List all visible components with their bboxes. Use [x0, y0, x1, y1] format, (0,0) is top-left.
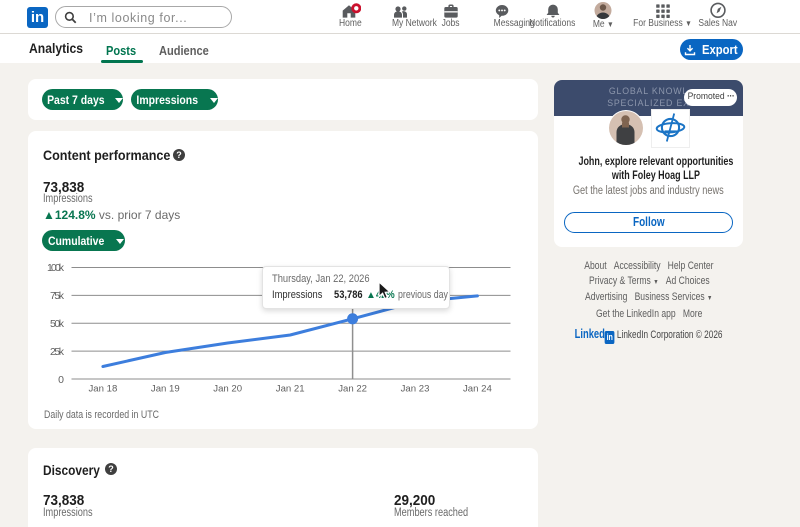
svg-text:Jan 21: Jan 21	[276, 384, 305, 395]
svg-text:Jan 19: Jan 19	[151, 384, 180, 395]
svg-text:Jan 24: Jan 24	[463, 384, 492, 395]
svg-text:0: 0	[58, 374, 64, 386]
svg-text:25k: 25k	[50, 346, 65, 358]
svg-text:75k: 75k	[50, 290, 65, 302]
svg-text:50k: 50k	[50, 318, 65, 330]
svg-text:Jan 22: Jan 22	[338, 384, 367, 395]
svg-text:Jan 23: Jan 23	[401, 384, 430, 395]
svg-text:100k: 100k	[47, 262, 65, 274]
svg-text:Jan 18: Jan 18	[88, 384, 117, 395]
svg-text:Jan 20: Jan 20	[213, 384, 242, 395]
